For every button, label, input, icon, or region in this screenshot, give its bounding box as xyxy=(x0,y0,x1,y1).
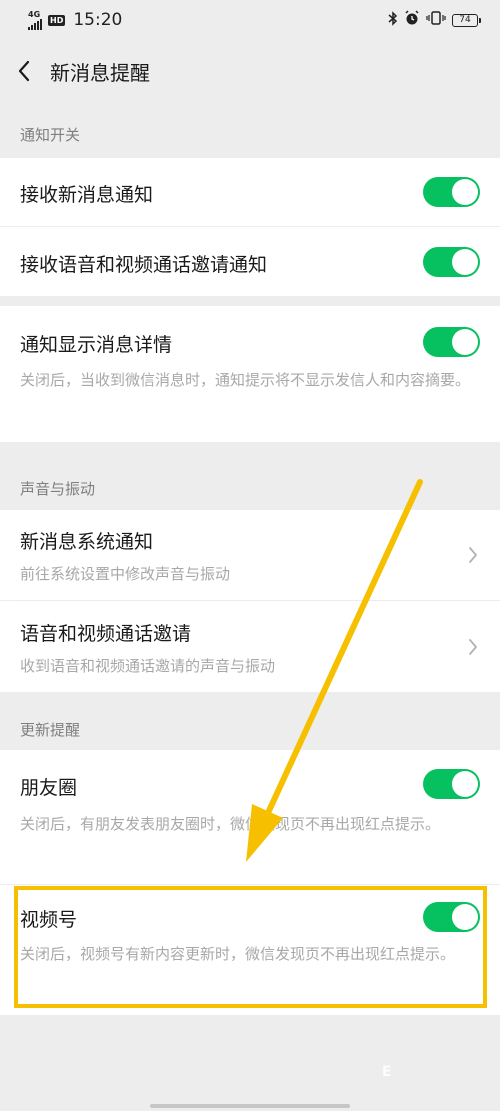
toggle-knob xyxy=(452,771,478,797)
nav-bar: 新消息提醒 xyxy=(0,40,500,102)
toggle-knob xyxy=(452,249,478,275)
page-title: 新消息提醒 xyxy=(50,60,150,85)
signal-icon xyxy=(28,18,42,30)
bluetooth-icon xyxy=(388,10,398,30)
chevron-left-icon xyxy=(18,60,30,82)
moments-toggle[interactable] xyxy=(423,769,480,799)
row-label: 新消息系统通知 xyxy=(20,531,154,553)
section-header-update: 更新提醒 xyxy=(20,720,81,739)
chevron-right-icon xyxy=(469,639,477,655)
setting-row-system-notify[interactable]: 新消息系统通知 前往系统设置中修改声音与振动 xyxy=(0,510,500,600)
chevron-right-icon xyxy=(469,547,477,563)
row-label: 通知显示消息详情 xyxy=(20,334,173,356)
alarm-icon xyxy=(404,10,420,30)
channels-toggle[interactable] xyxy=(423,902,480,932)
row-label: 接收语音和视频通话邀请通知 xyxy=(20,254,268,276)
receive-call-toggle[interactable] xyxy=(423,247,480,277)
vibrate-icon xyxy=(426,11,446,29)
home-indicator[interactable] xyxy=(150,1104,350,1108)
show-detail-toggle[interactable] xyxy=(423,327,480,357)
setting-row-receive-new: 接收新消息通知 xyxy=(0,158,500,226)
status-left: 4G HD 15:20 xyxy=(28,10,122,30)
row-label: 朋友圈 xyxy=(20,777,78,799)
row-description: 收到语音和视频通话邀请的声音与振动 xyxy=(20,657,276,675)
row-description: 关闭后，有朋友发表朋友圈时，微信发现页不再出现红点提示。 xyxy=(20,815,441,833)
section-header-notify: 通知开关 xyxy=(20,125,81,144)
status-bar: 4G HD 15:20 74 xyxy=(0,0,500,40)
toggle-knob xyxy=(452,904,478,930)
watermark: E xyxy=(382,1064,392,1080)
row-label: 语音和视频通话邀请 xyxy=(20,623,192,645)
row-description: 关闭后，视频号有新内容更新时，微信发现页不再出现红点提示。 xyxy=(20,945,456,963)
setting-row-moments: 朋友圈 关闭后，有朋友发表朋友圈时，微信发现页不再出现红点提示。 xyxy=(0,750,500,884)
back-button[interactable] xyxy=(0,40,48,102)
network-type: 4G xyxy=(28,9,41,19)
hd-badge: HD xyxy=(48,14,66,26)
row-description: 前往系统设置中修改声音与振动 xyxy=(20,565,231,583)
setting-row-channels: 视频号 关闭后，视频号有新内容更新时，微信发现页不再出现红点提示。 xyxy=(0,885,500,1015)
toggle-knob xyxy=(452,179,478,205)
section-header-sound: 声音与振动 xyxy=(20,479,96,498)
clock: 15:20 xyxy=(73,10,123,30)
setting-row-call-invite[interactable]: 语音和视频通话邀请 收到语音和视频通话邀请的声音与振动 xyxy=(0,601,500,692)
receive-new-toggle[interactable] xyxy=(423,177,480,207)
row-description: 关闭后，当收到微信消息时，通知提示将不显示发信人和内容摘要。 xyxy=(20,371,471,389)
row-label: 视频号 xyxy=(20,909,78,931)
row-label: 接收新消息通知 xyxy=(20,184,154,206)
battery-icon: 74 xyxy=(452,13,481,27)
setting-row-receive-call: 接收语音和视频通话邀请通知 xyxy=(0,227,500,296)
toggle-knob xyxy=(452,329,478,355)
status-right: 74 xyxy=(388,10,481,30)
setting-row-show-detail: 通知显示消息详情 关闭后，当收到微信消息时，通知提示将不显示发信人和内容摘要。 xyxy=(0,306,500,442)
